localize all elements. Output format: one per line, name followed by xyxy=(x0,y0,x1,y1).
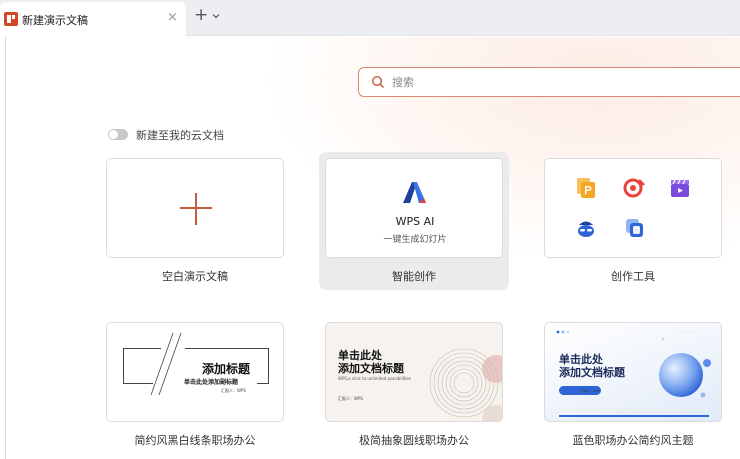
chevron-down-icon[interactable] xyxy=(211,11,221,21)
template-author: 汇报人：WPS xyxy=(581,389,600,393)
template-title-line2: 添加文档标题 xyxy=(338,362,404,375)
template-title: 添加标题 xyxy=(202,362,251,376)
template-line xyxy=(268,348,269,384)
target-icon[interactable] xyxy=(623,177,645,199)
template-card-blue-office[interactable]: ········ ········· 单击此处 添加文档标题 汇报人：WPS xyxy=(544,322,722,422)
template-title-line2: 添加文档标题 xyxy=(559,366,625,379)
creation-tools-card[interactable] xyxy=(544,158,722,258)
character-icon[interactable] xyxy=(575,217,597,239)
cloud-save-label: 新建至我的云文档 xyxy=(136,129,224,142)
template-line xyxy=(257,383,269,384)
template-caption: 蓝色职场办公简约风主题 xyxy=(572,434,694,447)
search-input[interactable] xyxy=(392,73,692,91)
template-line xyxy=(185,348,269,349)
tab-bar: 新建演示文稿 × + xyxy=(0,0,740,36)
creation-tools-caption: 创作工具 xyxy=(611,270,655,283)
template-author: 汇报人：WPS xyxy=(221,388,246,393)
template-footer-bar xyxy=(559,415,709,417)
ai-subtitle: 一键生成幻灯片 xyxy=(383,235,447,245)
ai-title: WPS AI xyxy=(395,215,435,228)
blank-presentation-card[interactable] xyxy=(106,158,284,258)
search-icon xyxy=(371,75,384,88)
document-p-icon[interactable] xyxy=(575,177,597,199)
template-dots xyxy=(556,330,570,334)
ai-create-card[interactable]: WPS AI 一键生成幻灯片 xyxy=(325,158,503,258)
ai-create-caption: 智能创作 xyxy=(392,270,436,283)
blank-presentation-caption: 空白演示文稿 xyxy=(162,270,228,283)
tab-title: 新建演示文稿 xyxy=(22,14,88,27)
template-card-black-white[interactable]: 添加标题 单击此处添加副标题 汇报人：WPS xyxy=(106,322,284,422)
cloud-save-toggle[interactable] xyxy=(108,129,128,140)
template-line xyxy=(123,348,124,384)
new-tab-icon[interactable]: + xyxy=(194,7,208,24)
template-sphere-art xyxy=(659,337,711,398)
document-tab[interactable]: 新建演示文稿 × xyxy=(0,2,186,36)
template-subtitle: 单击此处添加副标题 xyxy=(184,379,239,386)
plus-icon-vertical xyxy=(195,193,197,225)
window-edge xyxy=(5,37,6,459)
template-card-abstract-circles[interactable]: 单击此处 添加文档标题 WPS,a click to unlimited pos… xyxy=(325,322,503,422)
template-slash-lines xyxy=(150,332,182,396)
template-subtitle: WPS,a click to unlimited possibilities xyxy=(338,376,411,381)
video-clapper-icon[interactable] xyxy=(669,177,691,199)
wps-ai-logo-icon xyxy=(403,182,426,203)
layers-icon[interactable] xyxy=(623,217,645,239)
close-tab-icon[interactable]: × xyxy=(167,11,178,25)
template-author: 汇报人：WPS xyxy=(338,396,363,401)
search-box[interactable] xyxy=(358,67,740,97)
template-circle-art xyxy=(429,348,502,421)
presentation-logo-icon xyxy=(4,12,18,26)
template-caption: 极简抽象圆线职场办公 xyxy=(359,434,469,447)
template-caption: 简约风黑白线条职场办公 xyxy=(134,434,256,447)
